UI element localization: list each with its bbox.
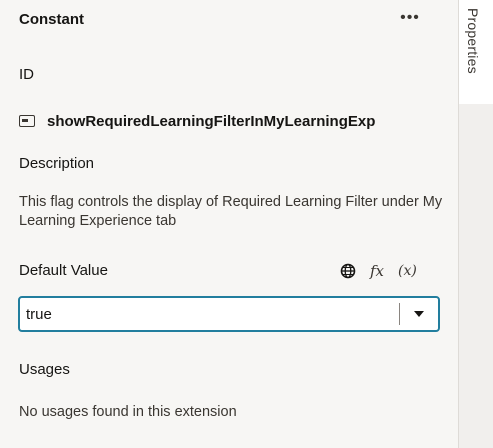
constant-properties-panel: Constant ••• ID showRequiredLearningFilt… bbox=[0, 0, 458, 448]
description-label: Description bbox=[19, 155, 95, 172]
id-value-row: showRequiredLearningFilterInMyLearningEx… bbox=[19, 110, 458, 132]
globe-icon[interactable] bbox=[340, 263, 356, 279]
description-text: This flag controls the display of Requir… bbox=[19, 194, 443, 229]
usages-empty-text: No usages found in this extension bbox=[19, 404, 237, 420]
constant-icon bbox=[19, 115, 35, 127]
dropdown-toggle-button[interactable] bbox=[400, 298, 438, 330]
id-label: ID bbox=[19, 66, 34, 83]
default-value-combobox[interactable] bbox=[18, 296, 440, 332]
id-value: showRequiredLearningFilterInMyLearningEx… bbox=[47, 112, 376, 130]
default-value-label: Default Value bbox=[19, 262, 108, 279]
usages-label: Usages bbox=[19, 361, 70, 378]
caret-down-icon bbox=[414, 311, 424, 317]
rail-panel-strip bbox=[459, 104, 493, 448]
properties-tab[interactable]: Properties bbox=[465, 8, 481, 74]
more-options-button[interactable]: ••• bbox=[396, 8, 424, 28]
panel-title: Constant bbox=[19, 11, 84, 28]
default-value-input[interactable] bbox=[20, 298, 399, 330]
app-window: Constant ••• ID showRequiredLearningFilt… bbox=[0, 0, 493, 448]
fx-icon[interactable]: fx bbox=[370, 262, 384, 280]
variable-icon[interactable]: (x) bbox=[398, 263, 417, 279]
default-value-toolbar: fx (x) bbox=[340, 261, 417, 281]
properties-side-rail: Properties bbox=[458, 0, 493, 448]
